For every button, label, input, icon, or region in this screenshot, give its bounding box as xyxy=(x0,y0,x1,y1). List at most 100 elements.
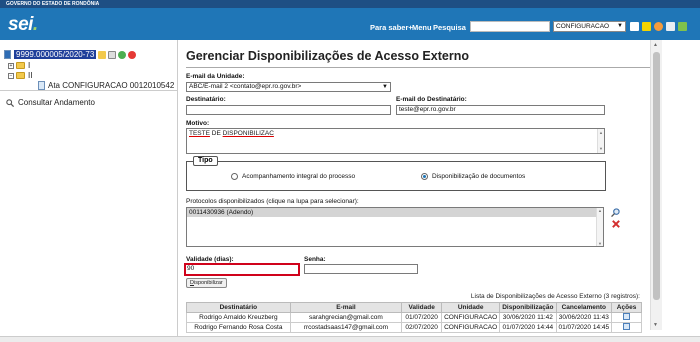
radio-label: Acompanhamento integral do processo xyxy=(242,173,356,180)
radio-disponibilizacao-documentos[interactable]: Disponibilização de documentos xyxy=(421,173,525,180)
table-row: Rodrigo Arnaldo Kreuzberg sarahgrecian@g… xyxy=(186,312,642,323)
motivo-word: DISPONIBILIZAC xyxy=(222,130,274,137)
remove-icon[interactable] xyxy=(612,220,620,228)
tree-document-row[interactable]: Ata CONFIGURACAO 0012010542 xyxy=(38,81,174,90)
page-title: Gerenciar Disponibilizações de Acesso Ex… xyxy=(186,49,469,63)
tree-process-row[interactable]: 9999.000005/2020-73 xyxy=(4,50,137,59)
senha-input[interactable] xyxy=(304,264,418,274)
actions-cell xyxy=(611,322,642,333)
government-strip: GOVERNO DO ESTADO DE RONDÔNIA xyxy=(0,0,700,8)
table-caption: Lista de Disponibilizações de Acesso Ext… xyxy=(470,293,640,300)
button-label: isponibilizar xyxy=(193,280,223,286)
motivo-textarea[interactable]: TESTE DE DISPONIBILIZAC xyxy=(186,128,605,154)
column-header: Destinatário xyxy=(186,302,291,313)
unit-select[interactable]: CONFIGURACAO ▼ xyxy=(553,21,626,32)
process-icon xyxy=(4,50,11,59)
destinatario-input[interactable] xyxy=(186,105,391,115)
scrollbar-thumb[interactable] xyxy=(653,52,660,300)
protocolo-item[interactable]: 0011430936 (Adendo) xyxy=(187,208,598,217)
marker-icon[interactable] xyxy=(108,50,117,59)
exit-icon[interactable] xyxy=(678,22,687,31)
email-destinatario-input[interactable]: teste@epr.ro.gov.br xyxy=(396,105,605,115)
logo-text: sei xyxy=(8,14,33,35)
radio-acompanhamento-integral[interactable]: Acompanhamento integral do processo xyxy=(231,173,355,180)
folder-icon xyxy=(16,62,25,69)
notification-icon[interactable] xyxy=(642,22,651,31)
table-cell: Rodrigo Fernando Rosa Costa xyxy=(186,322,291,333)
email-unidade-label: E-mail da Unidade: xyxy=(186,73,245,80)
page-scrollbar[interactable]: ▲ ▼ xyxy=(650,40,662,330)
folder-label: I xyxy=(28,61,31,70)
document-label[interactable]: Ata CONFIGURACAO 0012010542 xyxy=(48,81,174,90)
view-icon[interactable] xyxy=(623,313,631,320)
search-icon[interactable] xyxy=(611,208,620,217)
disponibilizacoes-table: Destinatário E-mail Validade Unidade Dis… xyxy=(186,302,642,333)
column-header: E-mail xyxy=(289,302,403,313)
disponibilizar-button[interactable]: Disponibilizar xyxy=(186,278,227,288)
collapse-icon[interactable]: − xyxy=(8,72,14,79)
protocolos-scrollbar[interactable] xyxy=(596,208,603,246)
government-title: GOVERNO DO ESTADO DE RONDÔNIA xyxy=(6,1,100,7)
bottom-bar xyxy=(0,336,700,342)
table-cell: Rodrigo Arnaldo Kreuzberg xyxy=(186,312,291,323)
scroll-down-icon[interactable]: ▼ xyxy=(653,322,658,328)
chevron-down-icon: ▼ xyxy=(382,84,388,90)
consultar-andamento-link[interactable]: Consultar Andamento xyxy=(6,98,95,107)
view-icon[interactable] xyxy=(623,323,631,330)
tipo-legend: Tipo xyxy=(193,156,218,166)
expand-icon[interactable]: + xyxy=(8,62,14,69)
column-header: Cancelamento xyxy=(555,302,613,313)
motivo-word: TESTE xyxy=(189,130,210,137)
validade-input[interactable]: 90 xyxy=(184,263,300,276)
tree-folder-i[interactable]: + I xyxy=(8,61,30,70)
email-unidade-value: ABC/E-mail 2 <contato@epr.ro.gov.br> xyxy=(189,83,302,90)
document-icon xyxy=(38,81,45,90)
pencil-icon[interactable] xyxy=(98,50,107,59)
settings-icon[interactable] xyxy=(666,22,675,31)
folder-label: II xyxy=(28,71,33,80)
consultar-andamento-label: Consultar Andamento xyxy=(18,98,95,107)
motivo-word: DE xyxy=(211,130,221,137)
para-saber-link[interactable]: Para saber+ xyxy=(370,23,413,32)
column-header: Validade xyxy=(401,302,443,313)
actions-cell xyxy=(611,312,642,323)
sei-logo[interactable]: sei. xyxy=(8,14,38,36)
radio-circle-selected[interactable] xyxy=(421,173,428,180)
protocolos-listbox[interactable]: 0011430936 (Adendo) xyxy=(186,207,604,247)
radio-label: Disponibilização de documentos xyxy=(432,173,526,180)
folder-icon xyxy=(16,72,25,79)
table-header-row: Destinatário E-mail Validade Unidade Dis… xyxy=(186,302,642,313)
table-cell: 30/06/2020 11:42 xyxy=(499,312,557,323)
pesquisa-link[interactable]: Pesquisa xyxy=(433,23,466,32)
email-unidade-select[interactable]: ABC/E-mail 2 <contato@epr.ro.gov.br> ▼ xyxy=(186,82,391,92)
process-number[interactable]: 9999.000005/2020-73 xyxy=(14,50,97,59)
table-cell: 01/07/2020 xyxy=(401,312,443,323)
grid-icon[interactable] xyxy=(630,22,639,31)
validade-label: Validade (dias): xyxy=(186,256,234,263)
protocolos-label: Protocolos disponibilizados (clique na l… xyxy=(186,198,359,205)
tipo-fieldset: Tipo Acompanhamento integral do processo… xyxy=(186,156,606,191)
table-cell: 01/07/2020 14:44 xyxy=(499,322,557,333)
table-cell: CONFIGURACAO xyxy=(441,312,501,323)
motivo-scrollbar[interactable] xyxy=(597,129,604,153)
column-header: Unidade xyxy=(441,302,501,313)
radio-circle[interactable] xyxy=(231,173,238,180)
table-cell: rrcostadsaas147@gmail.com xyxy=(289,322,403,333)
main-content: Gerenciar Disponibilizações de Acesso Ex… xyxy=(178,40,654,342)
menu-link[interactable]: Menu xyxy=(412,23,432,32)
logo-dot: . xyxy=(32,14,38,35)
senha-label: Senha: xyxy=(304,256,326,263)
table-cell: 30/06/2020 11:43 xyxy=(555,312,613,323)
search-input[interactable] xyxy=(470,21,550,32)
sidebar: 9999.000005/2020-73 + I − II Ata CONFIGU… xyxy=(0,40,178,342)
add-icon[interactable] xyxy=(118,50,127,59)
tree-folder-ii[interactable]: − II xyxy=(8,71,32,80)
user-icon[interactable] xyxy=(654,22,663,31)
search-icon xyxy=(6,98,14,107)
column-header: Disponibilização xyxy=(499,302,557,313)
motivo-label: Motivo: xyxy=(186,120,210,127)
unit-select-value: CONFIGURACAO xyxy=(556,23,610,30)
table-cell: sarahgrecian@gmail.com xyxy=(289,312,403,323)
remove-icon[interactable] xyxy=(128,50,137,59)
scroll-up-icon[interactable]: ▲ xyxy=(653,42,658,48)
